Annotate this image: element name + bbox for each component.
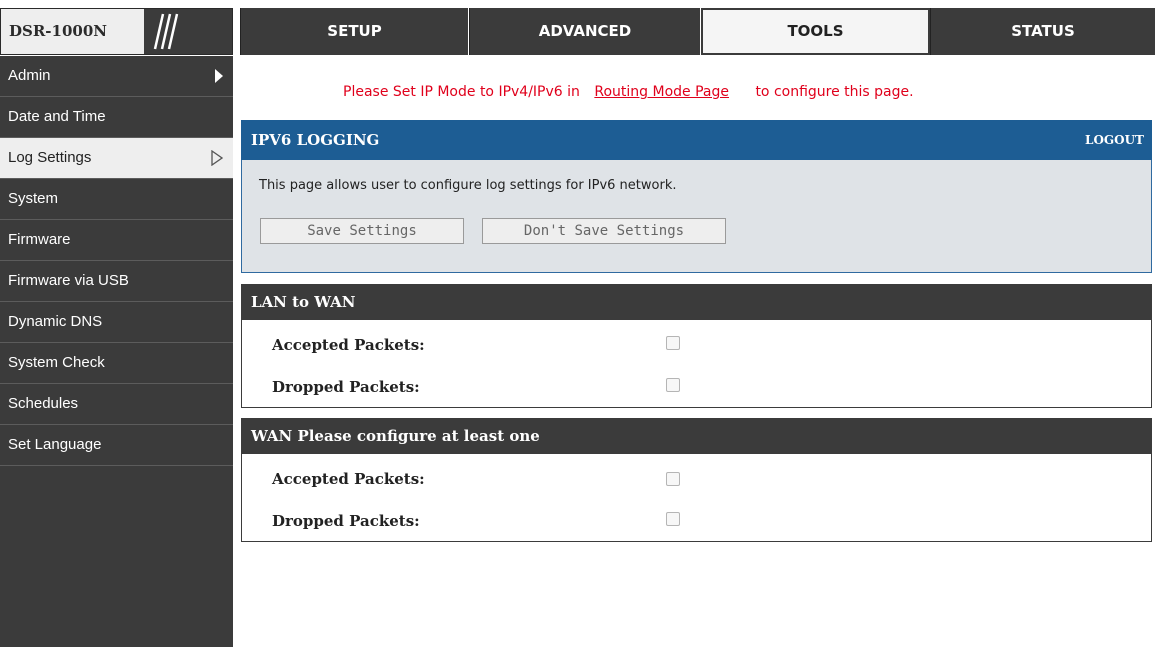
wan-accepted-packets-label: Accepted Packets: [272,470,425,488]
page-description: This page allows user to configure log s… [259,178,677,193]
sidebar-item-firmware-via-usb[interactable]: Firmware via USB [0,261,233,302]
sidebar-item-label: Schedules [8,395,79,412]
logout-link[interactable]: LOGOUT [1085,120,1144,160]
top-bar: DSR-1000N SETUP ADVANCED TOOLS STATUS [0,0,1155,56]
tab-setup[interactable]: SETUP [240,8,468,55]
lan-dropped-packets-label: Dropped Packets: [272,378,420,396]
lan-dropped-packets-checkbox[interactable] [666,378,680,392]
save-settings-button[interactable]: Save Settings [260,218,464,244]
logo-slashes-icon [153,13,179,50]
sidebar-item-date-and-time[interactable]: Date and Time [0,97,233,138]
sidebar-item-dynamic-dns[interactable]: Dynamic DNS [0,302,233,343]
ip-mode-notice: Please Set IP Mode to IPv4/IPv6 in Routi… [343,84,914,100]
section-header-lan-to-wan: LAN to WAN [241,284,1152,320]
lan-accepted-packets-label: Accepted Packets: [272,336,425,354]
sidebar-item-firmware[interactable]: Firmware [0,220,233,261]
sidebar-item-log-settings[interactable]: Log Settings [0,138,233,179]
wan-dropped-packets-label: Dropped Packets: [272,512,420,530]
sidebar-item-system[interactable]: System [0,179,233,220]
section-body-wan: Accepted Packets: Dropped Packets: [241,454,1152,542]
sidebar-item-label: Date and Time [8,108,106,125]
sidebar-item-schedules[interactable]: Schedules [0,384,233,425]
sidebar-item-set-language[interactable]: Set Language [0,425,233,466]
sidebar-item-label: System [8,190,59,207]
notice-suffix: to configure this page. [755,84,914,100]
sidebar-item-system-check[interactable]: System Check [0,343,233,384]
submenu-arrow-icon [215,69,223,83]
panel-body: This page allows user to configure log s… [241,160,1152,273]
section-header-wan: WAN Please configure at least one [241,418,1152,454]
tab-status[interactable]: STATUS [930,8,1155,55]
sidebar-item-label: Firmware via USB [8,272,129,289]
routing-mode-page-link[interactable]: Routing Mode Page [594,84,729,100]
wan-dropped-packets-checkbox[interactable] [666,512,680,526]
sidebar-item-label: Log Settings [8,149,92,166]
sidebar-item-label: Set Language [8,436,102,453]
panel-header: IPV6 LOGGING LOGOUT [241,120,1152,160]
submenu-arrow-outline-icon [211,150,223,166]
tab-tools[interactable]: TOOLS [701,8,930,55]
notice-prefix: Please Set IP Mode to IPv4/IPv6 in [343,84,580,100]
lan-accepted-packets-checkbox[interactable] [666,336,680,350]
page-title: IPV6 LOGGING [251,131,380,149]
sidebar-item-label: System Check [8,354,105,371]
model-logo: DSR-1000N [1,9,144,54]
dont-save-settings-button[interactable]: Don't Save Settings [482,218,726,244]
sidebar-item-label: Firmware [8,231,71,248]
section-body-lan-to-wan: Accepted Packets: Dropped Packets: [241,320,1152,408]
tab-advanced[interactable]: ADVANCED [469,8,700,55]
sidebar-item-label: Dynamic DNS [8,313,103,330]
sidebar: Admin Date and Time Log Settings System … [0,56,233,647]
logo-area: DSR-1000N [0,8,233,55]
sidebar-item-admin[interactable]: Admin [0,56,233,97]
wan-accepted-packets-checkbox[interactable] [666,472,680,486]
sidebar-item-label: Admin [8,67,51,84]
